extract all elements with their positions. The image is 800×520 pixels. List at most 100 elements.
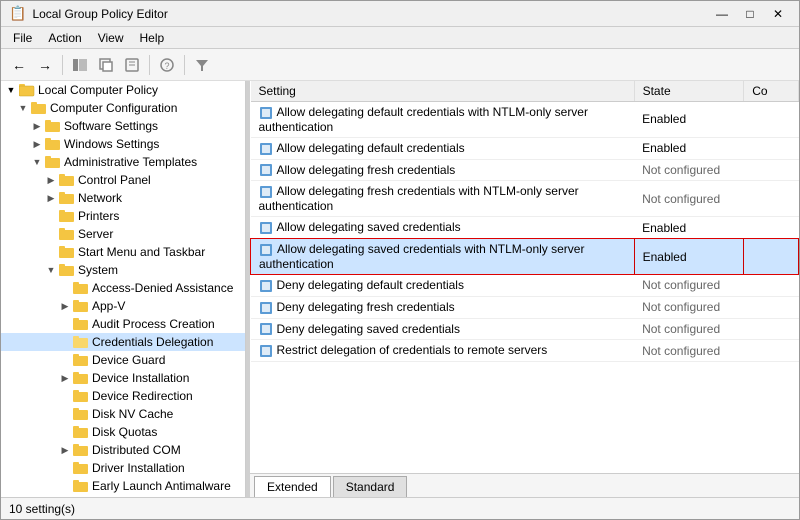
tree-folder-icon-17	[73, 406, 89, 422]
status-bar: 10 setting(s)	[1, 497, 799, 519]
tree-expander-15[interactable]: ▶	[57, 370, 73, 386]
tree-expander-3[interactable]: ▼	[29, 154, 45, 170]
tree-expander-18[interactable]	[57, 424, 73, 440]
left-panel[interactable]: ▼ Local Computer Policy ▼ Computer Confi…	[1, 81, 246, 497]
tab-standard[interactable]: Standard	[333, 476, 408, 497]
tree-item-6[interactable]: Printers	[1, 207, 245, 225]
tree-folder-icon-1	[45, 118, 61, 134]
tree-expander-1[interactable]: ▶	[29, 118, 45, 134]
tree-expander-11[interactable]: ▶	[57, 298, 73, 314]
close-button[interactable]: ✕	[765, 4, 791, 24]
tree-folder-icon-18	[73, 424, 89, 440]
table-row-4[interactable]: Allow delegating saved credentialsEnable…	[251, 217, 799, 239]
menu-item-help[interactable]: Help	[132, 29, 173, 47]
cell-state-3: Not configured	[634, 181, 744, 217]
toolbar-separator-3	[184, 55, 185, 75]
table-row-8[interactable]: Deny delegating saved credentialsNot con…	[251, 318, 799, 340]
table-row-5[interactable]: Allow delegating saved credentials with …	[251, 239, 799, 275]
tree-label-21: Early Launch Antimalware	[92, 479, 231, 493]
table-row-1[interactable]: Allow delegating default credentialsEnab…	[251, 137, 799, 159]
cell-setting-3: Allow delegating fresh credentials with …	[251, 181, 635, 217]
title-bar: 📋 Local Group Policy Editor — □ ✕	[1, 1, 799, 27]
tree-item-5[interactable]: ▶ Network	[1, 189, 245, 207]
tree-item-20[interactable]: Driver Installation	[1, 459, 245, 477]
menu-item-view[interactable]: View	[90, 29, 132, 47]
tree-folder-icon-10	[73, 280, 89, 296]
app-icon: 📋	[9, 5, 26, 22]
maximize-button[interactable]: □	[737, 4, 763, 24]
tree-item-21[interactable]: Early Launch Antimalware	[1, 477, 245, 495]
tree-expander-0[interactable]: ▼	[15, 100, 31, 116]
tree-item-12[interactable]: Audit Process Creation	[1, 315, 245, 333]
toolbar-separator-2	[149, 55, 150, 75]
new-window-button[interactable]	[94, 53, 118, 77]
tree-expander-14[interactable]	[57, 352, 73, 368]
tree-item-15[interactable]: ▶ Device Installation	[1, 369, 245, 387]
tree-label-19: Distributed COM	[92, 443, 181, 457]
tree-item-11[interactable]: ▶ App-V	[1, 297, 245, 315]
tree-item-16[interactable]: Device Redirection	[1, 387, 245, 405]
tree-expander-9[interactable]: ▼	[43, 262, 59, 278]
show-hide-button[interactable]	[68, 53, 92, 77]
table-row-2[interactable]: Allow delegating fresh credentialsNot co…	[251, 159, 799, 181]
tree-expander-20[interactable]	[57, 460, 73, 476]
tab-extended[interactable]: Extended	[254, 476, 331, 497]
tree-item-3[interactable]: ▼ Administrative Templates	[1, 153, 245, 171]
filter-button[interactable]	[190, 53, 214, 77]
help-button[interactable]: ?	[155, 53, 179, 77]
tree-item-0[interactable]: ▼ Computer Configuration	[1, 99, 245, 117]
cell-setting-8: Deny delegating saved credentials	[251, 318, 635, 340]
tree-item-4[interactable]: ▶ Control Panel	[1, 171, 245, 189]
tree-expander-2[interactable]: ▶	[29, 136, 45, 152]
tree-item-18[interactable]: Disk Quotas	[1, 423, 245, 441]
col-state: State	[634, 81, 744, 102]
table-row-7[interactable]: Deny delegating fresh credentialsNot con…	[251, 296, 799, 318]
tree-item-7[interactable]: Server	[1, 225, 245, 243]
table-row-0[interactable]: Allow delegating default credentials wit…	[251, 102, 799, 138]
tree-item-17[interactable]: Disk NV Cache	[1, 405, 245, 423]
tree-label-7: Server	[78, 227, 113, 241]
tree-item-19[interactable]: ▶ Distributed COM	[1, 441, 245, 459]
properties-button[interactable]	[120, 53, 144, 77]
cell-comment-9	[744, 340, 799, 362]
tree-label-6: Printers	[78, 209, 119, 223]
table-row-3[interactable]: Allow delegating fresh credentials with …	[251, 181, 799, 217]
tree-expander-13[interactable]	[57, 334, 73, 350]
table-row-9[interactable]: Restrict delegation of credentials to re…	[251, 340, 799, 362]
tree-expander-21[interactable]	[57, 478, 73, 494]
settings-table[interactable]: Setting State Co Allow delegating defaul…	[250, 81, 799, 473]
tree-label-14: Device Guard	[92, 353, 165, 367]
tree-expander-12[interactable]	[57, 316, 73, 332]
tree-label-13: Credentials Delegation	[92, 335, 213, 349]
tree-expander-7[interactable]	[43, 226, 59, 242]
tree-expander-4[interactable]: ▶	[43, 172, 59, 188]
tree-expander-19[interactable]: ▶	[57, 442, 73, 458]
tree-expander-10[interactable]	[57, 280, 73, 296]
tree-expander-16[interactable]	[57, 388, 73, 404]
tree-item-8[interactable]: Start Menu and Taskbar	[1, 243, 245, 261]
main-content: ▼ Local Computer Policy ▼ Computer Confi…	[1, 81, 799, 497]
tree-item-14[interactable]: Device Guard	[1, 351, 245, 369]
tree-root[interactable]: ▼ Local Computer Policy	[1, 81, 245, 99]
menu-item-action[interactable]: Action	[40, 29, 89, 47]
tree-item-1[interactable]: ▶ Software Settings	[1, 117, 245, 135]
tree-item-13[interactable]: Credentials Delegation	[1, 333, 245, 351]
menu-item-file[interactable]: File	[5, 29, 40, 47]
right-panel: Setting State Co Allow delegating defaul…	[250, 81, 799, 497]
table-row-6[interactable]: Deny delegating default credentialsNot c…	[251, 274, 799, 296]
minimize-button[interactable]: —	[709, 4, 735, 24]
root-expander[interactable]: ▼	[3, 82, 19, 98]
tree-expander-5[interactable]: ▶	[43, 190, 59, 206]
cell-setting-2: Allow delegating fresh credentials	[251, 159, 635, 181]
tree-item-10[interactable]: Access-Denied Assistance	[1, 279, 245, 297]
tree-expander-6[interactable]	[43, 208, 59, 224]
tree-expander-8[interactable]	[43, 244, 59, 260]
tree-item-9[interactable]: ▼ System	[1, 261, 245, 279]
forward-button[interactable]: →	[33, 53, 57, 77]
back-button[interactable]: ←	[7, 53, 31, 77]
tree-folder-icon-9	[59, 262, 75, 278]
tree-label-3: Administrative Templates	[64, 155, 197, 169]
tree-item-2[interactable]: ▶ Windows Settings	[1, 135, 245, 153]
status-text: 10 setting(s)	[9, 502, 75, 516]
tree-expander-17[interactable]	[57, 406, 73, 422]
